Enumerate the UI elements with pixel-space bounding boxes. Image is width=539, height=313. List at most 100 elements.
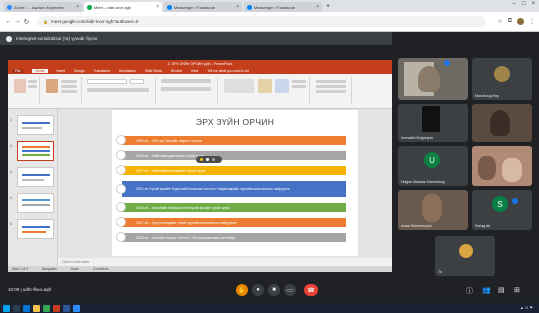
close-window-icon[interactable]: × bbox=[531, 1, 535, 7]
timeline-item: 2002 он – УИХ-ын Засгийн газрын тогтоол bbox=[122, 136, 346, 145]
url-input[interactable]: 🔒 meet.google.com/rabr-kxvr-sgh?authuser… bbox=[37, 16, 487, 27]
chrome-icon[interactable] bbox=[43, 304, 50, 312]
ppt-tab-animations[interactable]: Animations bbox=[119, 69, 136, 73]
find-icon[interactable] bbox=[316, 80, 346, 83]
participant-tile[interactable] bbox=[398, 58, 468, 100]
zoom-icon[interactable] bbox=[73, 304, 80, 312]
participant-tile[interactable] bbox=[472, 104, 532, 142]
reset-icon[interactable] bbox=[61, 85, 77, 88]
camera-icon[interactable]: ■ bbox=[268, 284, 280, 296]
self-view-tile[interactable]: Ta bbox=[435, 236, 495, 276]
reload-icon[interactable]: ↻ bbox=[22, 18, 31, 26]
raise-hand-icon[interactable]: ✋ bbox=[236, 284, 248, 296]
minimize-icon[interactable]: – bbox=[513, 1, 516, 7]
layout-icon[interactable] bbox=[61, 80, 77, 83]
participant-tile[interactable]: anaar Nemenbuyan bbox=[398, 190, 468, 230]
replace-icon[interactable] bbox=[316, 85, 346, 88]
new-tab-icon[interactable]: + bbox=[326, 2, 330, 12]
slide-thumbnail[interactable]: 5 bbox=[10, 219, 54, 239]
slide-thumbnail[interactable]: 4 bbox=[10, 193, 54, 213]
chat-icon[interactable]: ▤ bbox=[498, 286, 505, 294]
slide-thumbnail[interactable]: 1 bbox=[10, 115, 54, 135]
participant-tile[interactable]: U Hulgan Mantsar Erdenetsog bbox=[398, 146, 468, 186]
annotation-toolbar[interactable] bbox=[196, 156, 222, 163]
ppt-ribbon-tabs: File Home Insert Design Transitions Anim… bbox=[8, 67, 392, 74]
explorer-icon[interactable] bbox=[33, 304, 40, 312]
new-slide-icon[interactable] bbox=[46, 79, 58, 93]
meeting-time-code: 10:09 | udhr-fkuo-aqfr bbox=[8, 287, 52, 292]
shape-fill-icon[interactable] bbox=[292, 80, 306, 83]
ppt-tab-insert[interactable]: Insert bbox=[57, 69, 65, 73]
tab-close-icon[interactable]: × bbox=[236, 4, 239, 10]
participant-name: Mandhuug Нэр bbox=[475, 94, 499, 98]
ppt-tab-slideshow[interactable]: Slide Show bbox=[145, 69, 162, 73]
star-icon[interactable]: ☆ bbox=[497, 18, 502, 25]
extension-icon[interactable]: ⧉ bbox=[508, 18, 512, 25]
ppt-tab-review[interactable]: Review bbox=[171, 69, 182, 73]
select-icon[interactable] bbox=[316, 90, 346, 93]
notes-toggle[interactable]: Notes bbox=[71, 267, 79, 271]
word-icon[interactable] bbox=[63, 304, 70, 312]
tab-close-icon[interactable]: × bbox=[156, 4, 159, 10]
browser-tab[interactable]: Messenger / Facebook × bbox=[164, 2, 242, 12]
menu-icon[interactable]: ⋮ bbox=[529, 18, 535, 25]
font-format-buttons[interactable] bbox=[87, 88, 149, 92]
participant-avatar bbox=[494, 66, 510, 82]
arrange-icon[interactable] bbox=[258, 79, 272, 93]
copy-icon[interactable] bbox=[28, 85, 37, 88]
font-name-field[interactable] bbox=[87, 79, 127, 84]
timeline-circle bbox=[116, 184, 126, 194]
font-size-field[interactable] bbox=[130, 79, 144, 84]
start-icon[interactable] bbox=[3, 304, 10, 312]
slide-thumbnail-selected[interactable]: 2 bbox=[10, 141, 54, 161]
people-icon[interactable]: 👥 bbox=[482, 286, 491, 294]
activities-icon[interactable]: ⊞ bbox=[514, 286, 520, 294]
profile-icon[interactable] bbox=[517, 18, 524, 25]
ppt-tell-me[interactable]: Tell me what you want to do bbox=[207, 69, 249, 73]
shape-outline-icon[interactable] bbox=[292, 85, 306, 88]
pen-dot-icon[interactable] bbox=[212, 158, 215, 161]
current-slide[interactable]: ЭРХ ЗҮЙН ОРЧИН 2002 он – УИХ-ын Засгийн … bbox=[112, 110, 358, 256]
search-icon[interactable] bbox=[13, 304, 20, 312]
present-icon[interactable]: ▭ bbox=[284, 284, 296, 296]
edge-icon[interactable] bbox=[23, 304, 30, 312]
slide-thumbnail[interactable]: 3 bbox=[10, 167, 54, 187]
back-icon[interactable]: ← bbox=[4, 18, 13, 25]
powerpoint-icon[interactable] bbox=[53, 304, 60, 312]
timeline-circle bbox=[116, 150, 126, 160]
tab-close-icon[interactable]: × bbox=[76, 4, 79, 10]
ppt-tab-file[interactable]: File bbox=[12, 68, 24, 73]
address-bar-row: ← → ↻ 🔒 meet.google.com/rabr-kxvr-sgh?au… bbox=[0, 12, 539, 32]
microphone-icon[interactable]: ● bbox=[252, 284, 264, 296]
browser-tab[interactable]: Zoom / ... Ажлын Хэрэглэгч × bbox=[4, 2, 82, 12]
cut-icon[interactable] bbox=[28, 80, 37, 83]
participant-tile[interactable]: S Sarlag Ab bbox=[472, 190, 532, 230]
leave-call-button[interactable]: ☎ bbox=[304, 284, 318, 296]
align-buttons[interactable] bbox=[161, 87, 211, 91]
participant-tile[interactable]: Amrsaikh Bolgorsjan bbox=[398, 104, 468, 142]
ppt-tab-design[interactable]: Design bbox=[74, 69, 85, 73]
info-icon[interactable]: ⓘ bbox=[466, 286, 473, 296]
forward-icon[interactable]: → bbox=[13, 18, 22, 25]
pen-dot-icon[interactable] bbox=[200, 158, 203, 161]
participant-tile[interactable]: Mandhuug Нэр bbox=[472, 58, 532, 100]
maximize-icon[interactable]: □ bbox=[522, 1, 526, 7]
browser-tab[interactable]: Messenger / Facebook × bbox=[244, 2, 322, 12]
presentation-header: Interegnet surtalzaltsul (та) үүнийг бүл… bbox=[0, 32, 392, 45]
pen-dot-icon[interactable] bbox=[206, 158, 209, 161]
speaker-notes[interactable]: Click to add notes bbox=[58, 258, 392, 266]
shapes-gallery[interactable] bbox=[224, 79, 254, 93]
section-icon[interactable] bbox=[61, 90, 77, 93]
list-buttons[interactable] bbox=[161, 79, 211, 83]
tab-close-icon[interactable]: × bbox=[316, 4, 319, 10]
comments-toggle[interactable]: Comments bbox=[93, 267, 108, 271]
ppt-tab-transitions[interactable]: Transitions bbox=[94, 69, 110, 73]
participant-tile[interactable] bbox=[472, 146, 532, 186]
slide-title: ЭРХ ЗҮЙН ОРЧИН bbox=[195, 117, 275, 127]
ppt-tab-home[interactable]: Home bbox=[32, 68, 48, 73]
browser-tab-active[interactable]: Meet – rabr-kxvr-sgh × bbox=[84, 2, 162, 12]
paste-icon[interactable] bbox=[14, 79, 26, 93]
ppt-tab-view[interactable]: View bbox=[191, 69, 198, 73]
ribbon-group-clipboard bbox=[10, 77, 40, 104]
quick-styles-icon[interactable] bbox=[275, 79, 289, 93]
